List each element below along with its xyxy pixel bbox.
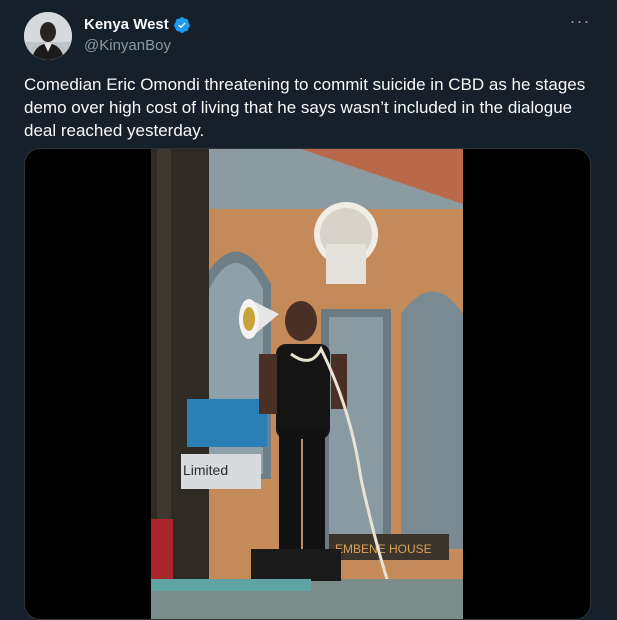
media-video[interactable]: Limited EMBENE HOUSE bbox=[24, 148, 591, 620]
more-horizontal-icon: ··· bbox=[569, 11, 591, 31]
video-frame: Limited EMBENE HOUSE bbox=[151, 149, 463, 619]
sign-embene-house: EMBENE HOUSE bbox=[335, 542, 432, 556]
avatar[interactable] bbox=[24, 12, 72, 60]
tweet-text: Comedian Eric Omondi threatening to comm… bbox=[24, 75, 586, 140]
more-options-button[interactable]: ··· bbox=[566, 11, 594, 34]
verified-badge-icon[interactable] bbox=[173, 16, 191, 34]
author-display-name[interactable]: Kenya West bbox=[84, 15, 169, 35]
author-name-row[interactable]: Kenya West bbox=[84, 15, 191, 35]
author-handle[interactable]: @KinyanBoy bbox=[84, 36, 171, 56]
avatar-photo bbox=[24, 12, 72, 60]
sign-limited: Limited bbox=[183, 462, 228, 478]
